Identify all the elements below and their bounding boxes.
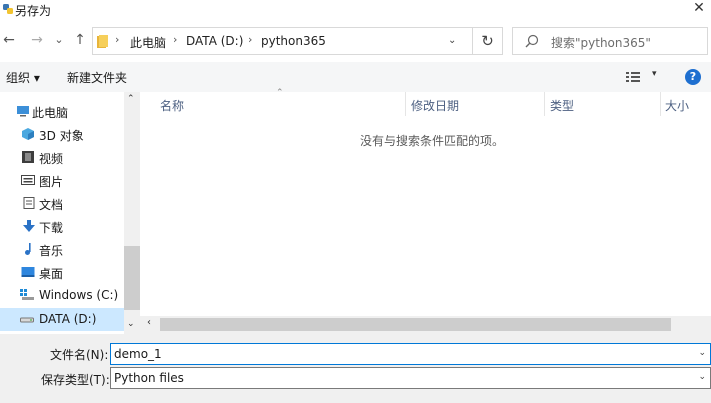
breadcrumb-separator: › <box>173 33 178 46</box>
window-title: 另存为 <box>15 4 52 18</box>
breadcrumb-python365[interactable]: python365 <box>261 34 326 48</box>
filename-label: 文件名(N): <box>50 348 109 362</box>
filetype-select[interactable]: Python files ⌄ <box>110 367 711 389</box>
sidebar-item-label: 下载 <box>39 221 64 235</box>
computer-icon <box>17 106 29 117</box>
navigation-pane: 此电脑 3D 对象 视频 图片 文档 下载 音乐 桌面 Windows (C:)… <box>0 92 140 334</box>
sidebar-item-pictures[interactable]: 图片 <box>0 169 124 192</box>
save-options-panel: 文件名(N): demo_1 ⌄ 保存类型(T): Python files ⌄ <box>0 334 711 403</box>
new-folder-button[interactable]: 新建文件夹 <box>67 69 127 86</box>
sidebar-item-3d-objects[interactable]: 3D 对象 <box>0 123 124 146</box>
sidebar-item-label: 桌面 <box>39 267 64 281</box>
column-divider[interactable] <box>660 92 661 116</box>
sidebar-scrollbar-thumb[interactable] <box>124 246 140 310</box>
python-icon <box>3 4 13 14</box>
sidebar-item-documents[interactable]: 文档 <box>0 192 124 215</box>
column-header-type[interactable]: 类型 <box>550 97 574 114</box>
sidebar-item-data-d[interactable]: DATA (D:) <box>0 308 124 331</box>
download-icon <box>23 220 35 232</box>
sidebar-item-label: 视频 <box>39 152 64 166</box>
chevron-down-icon[interactable]: ⌄ <box>698 372 706 382</box>
column-header-date-modified[interactable]: 修改日期 <box>411 97 459 114</box>
folder-icon <box>97 35 108 48</box>
back-button[interactable]: ← <box>1 32 17 48</box>
scroll-left-icon[interactable]: ‹ <box>147 317 151 328</box>
sidebar-item-this-pc[interactable]: 此电脑 <box>0 100 124 123</box>
recent-locations-button[interactable]: ⌄ <box>53 32 65 48</box>
forward-button[interactable]: → <box>29 32 45 48</box>
music-icon <box>25 243 31 255</box>
breadcrumb-separator: › <box>115 33 120 46</box>
help-button[interactable]: ? <box>685 69 701 85</box>
sidebar-item-label: 3D 对象 <box>39 129 84 143</box>
up-button[interactable]: ↑ <box>72 32 88 48</box>
sidebar-item-label: 文档 <box>39 198 64 212</box>
title-bar: 另存为 ✕ <box>0 0 711 20</box>
horizontal-scrollbar-thumb[interactable] <box>160 318 671 331</box>
view-dropdown-icon[interactable]: ▾ <box>652 69 657 79</box>
column-header-size[interactable]: 大小 <box>665 97 689 114</box>
sidebar-item-label: 音乐 <box>39 244 64 258</box>
scroll-up-icon[interactable]: ⌃ <box>127 94 135 104</box>
refresh-button[interactable]: ↻ <box>473 27 503 55</box>
sidebar-item-label: 图片 <box>39 175 64 189</box>
sidebar-item-label: DATA (D:) <box>39 312 97 326</box>
filename-input[interactable]: demo_1 ⌄ <box>110 343 711 365</box>
sidebar-item-music[interactable]: 音乐 <box>0 238 124 261</box>
organize-menu[interactable]: 组织 ▾ <box>6 69 40 86</box>
address-dropdown-icon[interactable]: ⌄ <box>448 35 456 46</box>
film-icon <box>22 151 34 163</box>
scroll-down-icon[interactable]: ⌄ <box>127 319 135 329</box>
command-toolbar: 组织 ▾ 新建文件夹 ▾ ? <box>0 62 711 92</box>
search-placeholder: 搜索"python365" <box>551 36 651 50</box>
filetype-label: 保存类型(T): <box>41 373 110 387</box>
chevron-down-icon[interactable]: ⌄ <box>698 348 706 358</box>
breadcrumb-this-pc[interactable]: 此电脑 <box>130 34 166 51</box>
sidebar-item-videos[interactable]: 视频 <box>0 146 124 169</box>
address-bar[interactable]: › 此电脑 › DATA (D:) › python365 ⌄ <box>92 27 473 55</box>
picture-icon <box>21 175 35 185</box>
close-button[interactable]: ✕ <box>690 0 708 18</box>
sort-ascending-icon: ⌃ <box>276 88 284 98</box>
drive-icon <box>20 317 34 323</box>
desktop-icon <box>21 267 35 277</box>
windows-drive-icon <box>20 289 34 300</box>
sidebar-item-label: 此电脑 <box>32 106 69 120</box>
breadcrumb-data-drive[interactable]: DATA (D:) <box>186 34 243 48</box>
cube-icon <box>22 128 34 140</box>
view-options-icon[interactable] <box>626 71 640 83</box>
filename-value: demo_1 <box>114 347 162 361</box>
sidebar-item-label: Windows (C:) <box>39 288 119 302</box>
empty-results-message: 没有与搜索条件匹配的项。 <box>360 134 505 148</box>
search-input[interactable]: 搜索"python365" <box>512 27 708 55</box>
column-divider[interactable] <box>544 92 545 116</box>
column-header-name[interactable]: 名称 <box>160 97 184 114</box>
breadcrumb-separator: › <box>248 33 253 46</box>
column-divider[interactable] <box>405 92 406 116</box>
sidebar-item-windows-c[interactable]: Windows (C:) <box>0 284 124 307</box>
sidebar-item-desktop[interactable]: 桌面 <box>0 261 124 284</box>
filetype-value: Python files <box>114 371 184 385</box>
sidebar-item-downloads[interactable]: 下载 <box>0 215 124 238</box>
document-icon <box>23 197 35 209</box>
search-icon <box>525 34 539 48</box>
